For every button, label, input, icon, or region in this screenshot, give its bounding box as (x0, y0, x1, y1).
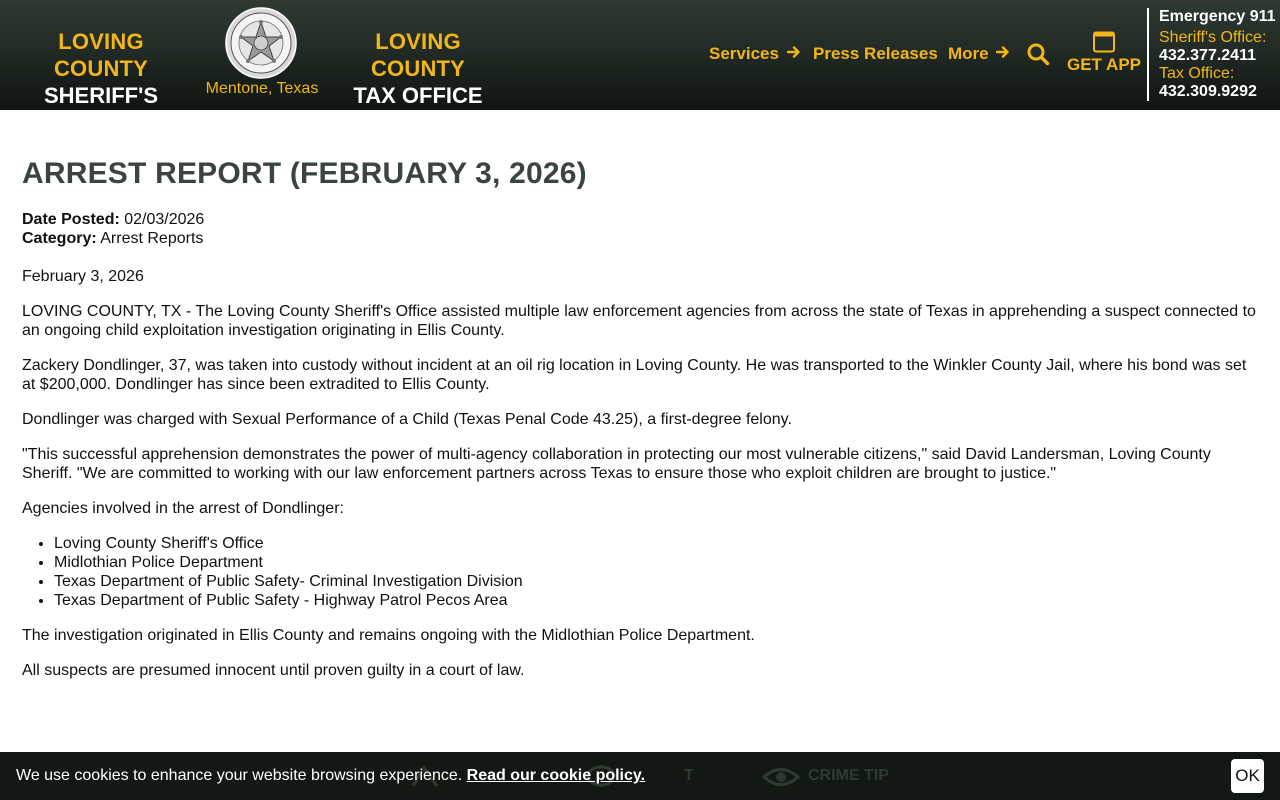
contact-block: Emergency 911 Sheriff's Office: 432.377.… (1147, 8, 1280, 101)
article: ARREST REPORT (FEBRUARY 3, 2026) Date Po… (22, 155, 1262, 680)
agencies-list: Loving County Sheriff's Office Midlothia… (22, 534, 1262, 610)
nav-more-label: More (948, 44, 989, 63)
cookie-policy-link[interactable]: Read our cookie policy. (467, 767, 645, 784)
tax-office-brand[interactable]: LOVING COUNTY TAX OFFICE (326, 28, 510, 109)
emergency-label: Emergency 911 (1159, 8, 1276, 25)
date-posted-label: Date Posted: (22, 211, 120, 228)
cookie-text: We use cookies to enhance your website b… (16, 767, 463, 784)
site-header: LOVING COUNTY SHERIFF'S OFFICE Mentone, … (0, 0, 1280, 135)
sheriff-phone-number[interactable]: 432.377.2411 (1159, 47, 1280, 65)
category-label: Category: (22, 230, 97, 247)
cookie-ok-button[interactable]: OK (1231, 759, 1264, 793)
brand-left-line1: LOVING COUNTY (53, 29, 149, 81)
date-posted-row: Date Posted: 02/03/2026 (22, 210, 1262, 229)
sheriff-phone-label: Sheriff's Office: (1159, 29, 1267, 46)
get-app-button[interactable]: GET APP (1066, 31, 1142, 75)
page-title: ARREST REPORT (FEBRUARY 3, 2026) (22, 157, 587, 190)
brand-right-line2: TAX OFFICE (353, 83, 483, 108)
nav-more[interactable]: More (948, 44, 1010, 66)
ghost-crime-tip: CRIME TIP (808, 767, 889, 784)
cookie-banner: T CRIME TIP We use cookies to enhance yo… (0, 752, 1280, 800)
article-paragraph: Agencies involved in the arrest of Dondl… (22, 500, 344, 517)
seal-caption: Mentone, Texas (205, 80, 319, 97)
list-item: Texas Department of Public Safety- Crimi… (54, 572, 1262, 591)
list-item: Loving County Sheriff's Office (54, 534, 1262, 553)
brand-left-line2: SHERIFF'S OFFICE (43, 83, 159, 135)
article-paragraph: The investigation originated in Ellis Co… (22, 627, 755, 644)
article-paragraph: LOVING COUNTY, TX - The Loving County Sh… (22, 303, 1256, 339)
article-paragraph: February 3, 2026 (22, 268, 144, 285)
cookie-message: We use cookies to enhance your website b… (16, 766, 645, 785)
list-item: Midlothian Police Department (54, 553, 1262, 572)
get-app-label: GET APP (1067, 55, 1141, 74)
tax-phone-number[interactable]: 432.309.9292 (1159, 83, 1280, 101)
search-icon[interactable] (1026, 42, 1050, 66)
nav-press-releases[interactable]: Press Releases (813, 44, 938, 66)
nav-services-label: Services (709, 44, 779, 63)
category-value[interactable]: Arrest Reports (100, 230, 203, 247)
article-paragraph: Dondlinger was charged with Sexual Perfo… (22, 411, 792, 428)
nav-services[interactable]: Services (709, 44, 801, 66)
article-paragraph: "This successful apprehension demonstrat… (22, 446, 1211, 482)
category-row: Category: Arrest Reports (22, 229, 1262, 248)
ghost-text: T (684, 767, 694, 784)
arrow-right-icon (996, 46, 1010, 58)
brand-right-line1: LOVING COUNTY (370, 29, 466, 81)
date-posted-value: 02/03/2026 (124, 211, 205, 228)
list-item: Texas Department of Public Safety - High… (54, 591, 1262, 610)
sheriff-office-brand[interactable]: LOVING COUNTY SHERIFF'S OFFICE (10, 28, 192, 136)
tax-phone-label: Tax Office: (1159, 65, 1235, 82)
arrow-right-icon (786, 46, 800, 58)
phone-icon (1093, 31, 1115, 53)
sheriff-seal-logo[interactable] (225, 7, 297, 79)
article-paragraph: All suspects are presumed innocent until… (22, 662, 525, 679)
article-paragraph: Zackery Dondlinger, 37, was taken into c… (22, 357, 1247, 393)
eye-icon (762, 768, 800, 786)
